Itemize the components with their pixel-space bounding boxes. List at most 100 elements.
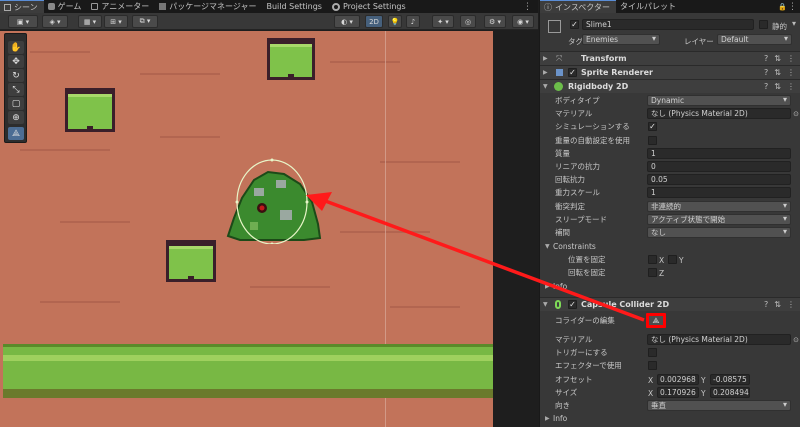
- rigidbody-field-input[interactable]: 1: [647, 147, 791, 159]
- rigidbody-field-row: 重量の自動設定を使用: [540, 134, 800, 147]
- rigidbody-field-dropdown[interactable]: アクティブ状態で開始: [647, 213, 791, 225]
- scene-camera-button[interactable]: ◉ ▾: [512, 15, 534, 28]
- rigidbody-field-input[interactable]: 1: [647, 187, 791, 199]
- more-menu-icon[interactable]: ⋮: [787, 82, 795, 91]
- rigidbody-field-input[interactable]: なし (Physics Material 2D): [647, 108, 791, 120]
- more-menu-icon[interactable]: ⋮: [788, 2, 797, 12]
- view-options-button[interactable]: ◈ ▾: [42, 15, 68, 28]
- size-y-field[interactable]: 0.208494: [710, 387, 750, 398]
- used-by-effector-checkbox[interactable]: [648, 361, 657, 370]
- rigidbody-field-dropdown[interactable]: 非連続的: [647, 200, 791, 212]
- audio-toggle-icon[interactable]: ♪: [406, 15, 420, 28]
- more-menu-icon[interactable]: ⋮: [787, 300, 795, 309]
- snap-increment-button[interactable]: ⊞ ▾: [104, 15, 128, 28]
- mode-2d-button[interactable]: 2D: [365, 15, 383, 28]
- active-checkbox[interactable]: ✓: [570, 20, 579, 29]
- help-icon[interactable]: ?: [764, 300, 768, 309]
- bush-top[interactable]: [267, 38, 315, 80]
- capsule-info-foldout[interactable]: ▶ Info: [540, 412, 800, 425]
- rigidbody-field-input[interactable]: 0.05: [647, 174, 791, 186]
- transform-header[interactable]: ▶ ⤧ Transform ? ⇅ ⋮: [540, 51, 800, 65]
- rigidbody-field-dropdown[interactable]: Dynamic: [647, 95, 791, 106]
- capsule-material-label: マテリアル: [555, 335, 593, 344]
- rigidbody-field-row: 補間 なし: [540, 226, 800, 239]
- tab-game-label: ゲーム: [57, 2, 82, 11]
- edit-collider-button[interactable]: ⟁: [646, 313, 666, 328]
- rect-icon[interactable]: ▢: [8, 97, 24, 110]
- freeze-position-x-checkbox[interactable]: [648, 255, 657, 264]
- constraints-foldout[interactable]: ▼ Constraints: [540, 240, 800, 253]
- gear-icon: [331, 2, 340, 11]
- hand-icon[interactable]: ✋: [8, 41, 24, 54]
- size-x-field[interactable]: 0.170926: [657, 387, 699, 398]
- move-icon[interactable]: ✥: [8, 55, 24, 68]
- static-label: 静的: [772, 22, 787, 31]
- rotate-icon[interactable]: ↻: [8, 69, 24, 82]
- capsule-material-field[interactable]: なし (Physics Material 2D): [647, 334, 791, 345]
- capsule-collider-enabled-checkbox[interactable]: ✓: [568, 300, 577, 309]
- preset-icon[interactable]: ⇅: [774, 54, 781, 63]
- tab-tile-palette[interactable]: タイルパレット: [616, 0, 682, 13]
- preset-icon[interactable]: ⇅: [774, 300, 781, 309]
- tab-package-manager[interactable]: パッケージマネージャー: [155, 0, 262, 13]
- more-menu-icon[interactable]: ⋮: [523, 2, 532, 12]
- sprite-renderer-enabled-checkbox[interactable]: ✓: [568, 68, 577, 77]
- size-y-label: Y: [701, 389, 706, 398]
- tab-project-settings-label: Project Settings: [342, 2, 406, 11]
- gizmos-button[interactable]: ⚙ ▾: [484, 15, 506, 28]
- slime-sprite[interactable]: [220, 158, 326, 244]
- capsule-collider-header[interactable]: ▼ ✓ Capsule Collider 2D ? ⇅ ⋮: [540, 297, 800, 311]
- more-menu-icon[interactable]: ⋮: [787, 68, 795, 77]
- custom-tool-icon[interactable]: ⟁: [8, 127, 24, 140]
- freeze-rotation-z-checkbox[interactable]: [648, 268, 657, 277]
- rigidbody-field-checkbox[interactable]: [648, 135, 657, 145]
- scale-icon[interactable]: ⤡: [8, 83, 24, 96]
- rigidbody-field-checkbox[interactable]: ✓: [648, 122, 657, 132]
- rigidbody-field-dropdown[interactable]: なし: [647, 227, 791, 238]
- sprite-renderer-header[interactable]: ▶ ✓ Sprite Renderer ? ⇅ ⋮: [540, 65, 800, 79]
- bush-bottom[interactable]: [166, 240, 216, 282]
- snap-align-button[interactable]: ⧉ ▾: [132, 15, 158, 28]
- offset-y-field[interactable]: -0.08575: [710, 374, 750, 385]
- draw-mode-button[interactable]: ▣ ▾: [8, 15, 38, 28]
- hidden-objects-icon[interactable]: ◎: [460, 15, 476, 28]
- static-checkbox[interactable]: [759, 20, 768, 29]
- transform-icon[interactable]: ⊕: [8, 111, 24, 124]
- layer-dropdown[interactable]: Default: [717, 34, 792, 45]
- object-picker-icon[interactable]: ⊙: [793, 336, 799, 344]
- help-icon[interactable]: ?: [764, 82, 768, 91]
- tab-inspector[interactable]: ⓘ インスペクター: [540, 0, 616, 13]
- tab-animator[interactable]: アニメーター: [87, 0, 155, 13]
- static-dropdown-icon[interactable]: ▾: [792, 19, 796, 28]
- tab-scene[interactable]: シーン: [0, 0, 44, 13]
- freeze-position-y-checkbox[interactable]: [668, 255, 677, 264]
- effects-toggle-icon[interactable]: ✦ ▾: [432, 15, 454, 28]
- object-name-field[interactable]: Slime1: [582, 19, 754, 30]
- rigidbody-header[interactable]: ▼ Rigidbody 2D ? ⇅ ⋮: [540, 79, 800, 93]
- tab-build-settings[interactable]: Build Settings: [263, 0, 328, 13]
- more-menu-icon[interactable]: ⋮: [787, 54, 795, 63]
- help-icon[interactable]: ?: [764, 68, 768, 77]
- help-icon[interactable]: ?: [764, 54, 768, 63]
- grid-snap-button[interactable]: ▦ ▾: [78, 15, 102, 28]
- rigidbody-info-foldout[interactable]: ▶ Info: [540, 280, 800, 293]
- lighting-toggle-icon[interactable]: 💡: [388, 15, 402, 28]
- tab-project-settings[interactable]: Project Settings: [328, 0, 412, 13]
- freeze-rotation-row: 回転を固定 Z: [540, 266, 800, 279]
- tab-game[interactable]: ゲーム: [44, 0, 88, 13]
- lock-icon[interactable]: 🔒: [778, 3, 787, 11]
- is-trigger-checkbox[interactable]: [648, 348, 657, 357]
- preset-icon[interactable]: ⇅: [774, 68, 781, 77]
- rigidbody-field-input[interactable]: 0: [647, 161, 791, 172]
- rigidbody-field-label: マテリアル: [555, 109, 593, 119]
- rigidbody-field-row: 回転抗力 0.05: [540, 173, 800, 186]
- bush-left[interactable]: [65, 88, 115, 132]
- direction-dropdown[interactable]: 垂直: [647, 400, 791, 411]
- preset-icon[interactable]: ⇅: [774, 82, 781, 91]
- used-by-effector-row: エフェクターで使用: [540, 359, 800, 372]
- object-picker-icon[interactable]: ⊙: [793, 110, 799, 118]
- offset-x-field[interactable]: 0.002968: [657, 374, 699, 385]
- scene-view[interactable]: ✋ ✥ ↻ ⤡ ▢ ⊕ ⟁: [0, 31, 538, 427]
- tag-dropdown[interactable]: Enemies: [582, 34, 660, 45]
- shading-mode-button[interactable]: ◐ ▾: [334, 15, 360, 28]
